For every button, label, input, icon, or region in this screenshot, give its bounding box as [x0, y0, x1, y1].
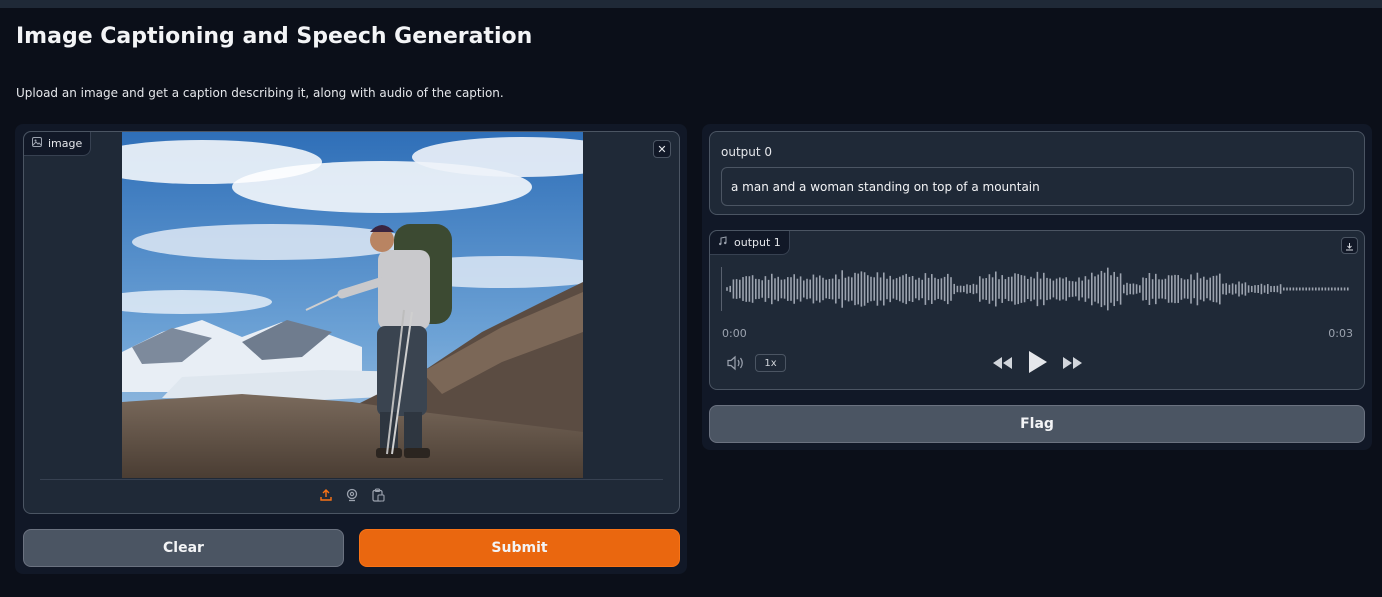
submit-button[interactable]: Submit: [359, 529, 680, 567]
webcam-icon[interactable]: [344, 487, 360, 503]
clipboard-icon[interactable]: [370, 487, 386, 503]
clear-image-button[interactable]: ✕: [653, 140, 671, 158]
input-panel: image ✕ Clear Submit: [15, 124, 687, 574]
audio-controls: 1x: [710, 349, 1364, 377]
fast-forward-icon[interactable]: [1061, 355, 1083, 374]
play-icon[interactable]: [1028, 350, 1048, 378]
flag-button[interactable]: Flag: [709, 405, 1365, 443]
clear-button[interactable]: Clear: [23, 529, 344, 567]
image-source-selector: [24, 487, 679, 505]
close-icon: ✕: [657, 142, 667, 156]
image-input[interactable]: image ✕: [23, 131, 680, 514]
current-time: 0:00: [722, 327, 747, 340]
image-label-text: image: [48, 137, 83, 150]
image-label: image: [24, 132, 92, 156]
output-0-label: output 0: [721, 145, 773, 159]
caption-textbox[interactable]: a man and a woman standing on top of a m…: [721, 167, 1354, 206]
output-panel: output 0 a man and a woman standing on t…: [702, 124, 1372, 450]
audio-label: output 1: [710, 231, 790, 255]
divider: [40, 479, 663, 480]
total-duration: 0:03: [1328, 327, 1353, 340]
audio-output: output 1 0:00 0:03 1x: [709, 230, 1365, 390]
download-button[interactable]: [1341, 237, 1358, 254]
upload-icon[interactable]: [318, 487, 334, 503]
volume-icon[interactable]: [726, 355, 746, 375]
rewind-icon[interactable]: [992, 355, 1014, 374]
image-icon: [32, 137, 42, 150]
music-icon: [718, 236, 728, 249]
text-output: output 0 a man and a woman standing on t…: [709, 131, 1365, 215]
download-icon: [1345, 236, 1354, 255]
playback-speed-button[interactable]: 1x: [755, 354, 786, 372]
audio-label-text: output 1: [734, 236, 781, 249]
top-bar: [0, 0, 1382, 8]
page-title: Image Captioning and Speech Generation: [16, 24, 533, 49]
waveform[interactable]: [721, 261, 1353, 317]
uploaded-image: [122, 132, 583, 478]
page-description: Upload an image and get a caption descri…: [16, 86, 504, 100]
